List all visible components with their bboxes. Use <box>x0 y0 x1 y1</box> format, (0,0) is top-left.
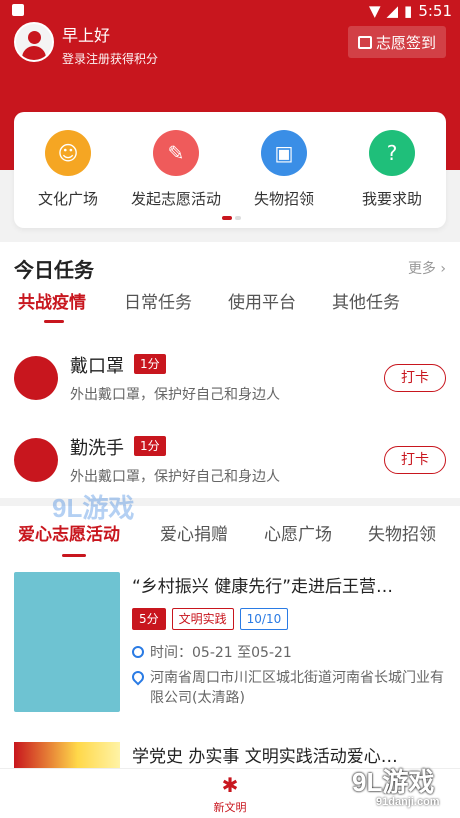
star-person-icon: ✱ <box>221 773 239 797</box>
task-row: 勤洗手 1分 外出戴口罩，保护好自己和身边人 打卡 <box>0 424 460 492</box>
box-icon: ▣ <box>261 130 307 176</box>
more-link[interactable]: 更多 › <box>408 258 446 278</box>
tab-wish-square[interactable]: 心愿广场 <box>264 520 332 545</box>
nav-new-civilization[interactable]: ✱ 新文明 <box>200 773 260 815</box>
watermark-logo: 9L游戏 <box>352 767 435 797</box>
chat-bubble-icon: ☺ <box>45 130 91 176</box>
check-in-button[interactable]: 打卡 <box>384 446 446 474</box>
task-row: 戴口罩 1分 外出戴口罩，保护好自己和身边人 打卡 <box>0 342 460 410</box>
mask-icon <box>14 356 58 400</box>
activity-title: “乡村振兴 健康先行”走进后王营… <box>132 577 394 597</box>
notification-icon <box>12 4 24 16</box>
tab-fight-epidemic[interactable]: 共战疫情 <box>18 288 86 313</box>
tab-lost-found[interactable]: 失物招领 <box>368 520 436 545</box>
quick-action-start-volunteer[interactable]: ✎ 发起志愿活动 <box>122 130 230 209</box>
category-tag: 文明实践 <box>171 608 234 630</box>
status-time: 5:51 <box>418 2 452 20</box>
quick-actions-card: ☺ 文化广场 ✎ 发起志愿活动 ▣ 失物招领 ? 我要求助 <box>14 112 446 228</box>
tab-daily-tasks[interactable]: 日常任务 <box>124 288 192 313</box>
active-tab-indicator <box>62 554 86 557</box>
tab-use-platform[interactable]: 使用平台 <box>228 288 296 313</box>
wifi-icon: ▼ <box>368 2 381 20</box>
login-prompt[interactable]: 登录注册获得积分 <box>62 50 158 67</box>
location-pin-icon <box>129 668 150 686</box>
avatar[interactable] <box>14 22 54 62</box>
page-indicator <box>222 216 241 220</box>
watermark-logo: 9L游戏 <box>52 493 135 523</box>
active-tab-indicator <box>44 320 64 323</box>
tab-donations[interactable]: 爱心捐赠 <box>160 520 228 545</box>
greeting: 早上好 <box>62 26 111 45</box>
volunteer-sign-in-button[interactable]: 志愿签到 <box>347 26 446 58</box>
check-in-button[interactable]: 打卡 <box>384 364 446 392</box>
activity-image <box>14 572 120 712</box>
clock-icon <box>132 646 144 658</box>
points-badge: 1分 <box>134 354 166 374</box>
watermark-url: 91danji.com <box>376 796 440 808</box>
quick-action-culture-square[interactable]: ☺ 文化广场 <box>14 130 122 209</box>
battery-icon: ▮ <box>404 2 413 20</box>
quick-action-lost-found[interactable]: ▣ 失物招领 <box>230 130 338 209</box>
points-badge: 1分 <box>134 436 166 456</box>
signal-icon: ◢ <box>386 2 399 20</box>
activity-address: 河南省周口市川汇区城北街道河南省长城门业有限公司(太清路) <box>150 670 444 706</box>
quota-tag: 10/10 <box>239 608 289 630</box>
today-tasks-section: 今日任务 更多 › 共战疫情 日常任务 使用平台 其他任务 戴口罩 1分 外出戴… <box>0 242 460 498</box>
help-chat-icon: ? <box>369 130 415 176</box>
status-bar: ▼ ◢ ▮ 5:51 <box>0 0 460 24</box>
tab-other-tasks[interactable]: 其他任务 <box>332 288 400 313</box>
points-tag: 5分 <box>132 608 166 630</box>
calendar-icon <box>357 35 372 49</box>
megaphone-icon: ✎ <box>153 130 199 176</box>
section-title: 今日任务 <box>14 258 94 282</box>
handwash-icon <box>14 438 58 482</box>
activity-card[interactable]: “乡村振兴 健康先行”走进后王营… 5分 文明实践 10/10 时间：05-21… <box>14 572 446 712</box>
activity-time: 时间：05-21 至05-21 <box>132 642 292 662</box>
quick-action-help[interactable]: ? 我要求助 <box>338 130 446 209</box>
